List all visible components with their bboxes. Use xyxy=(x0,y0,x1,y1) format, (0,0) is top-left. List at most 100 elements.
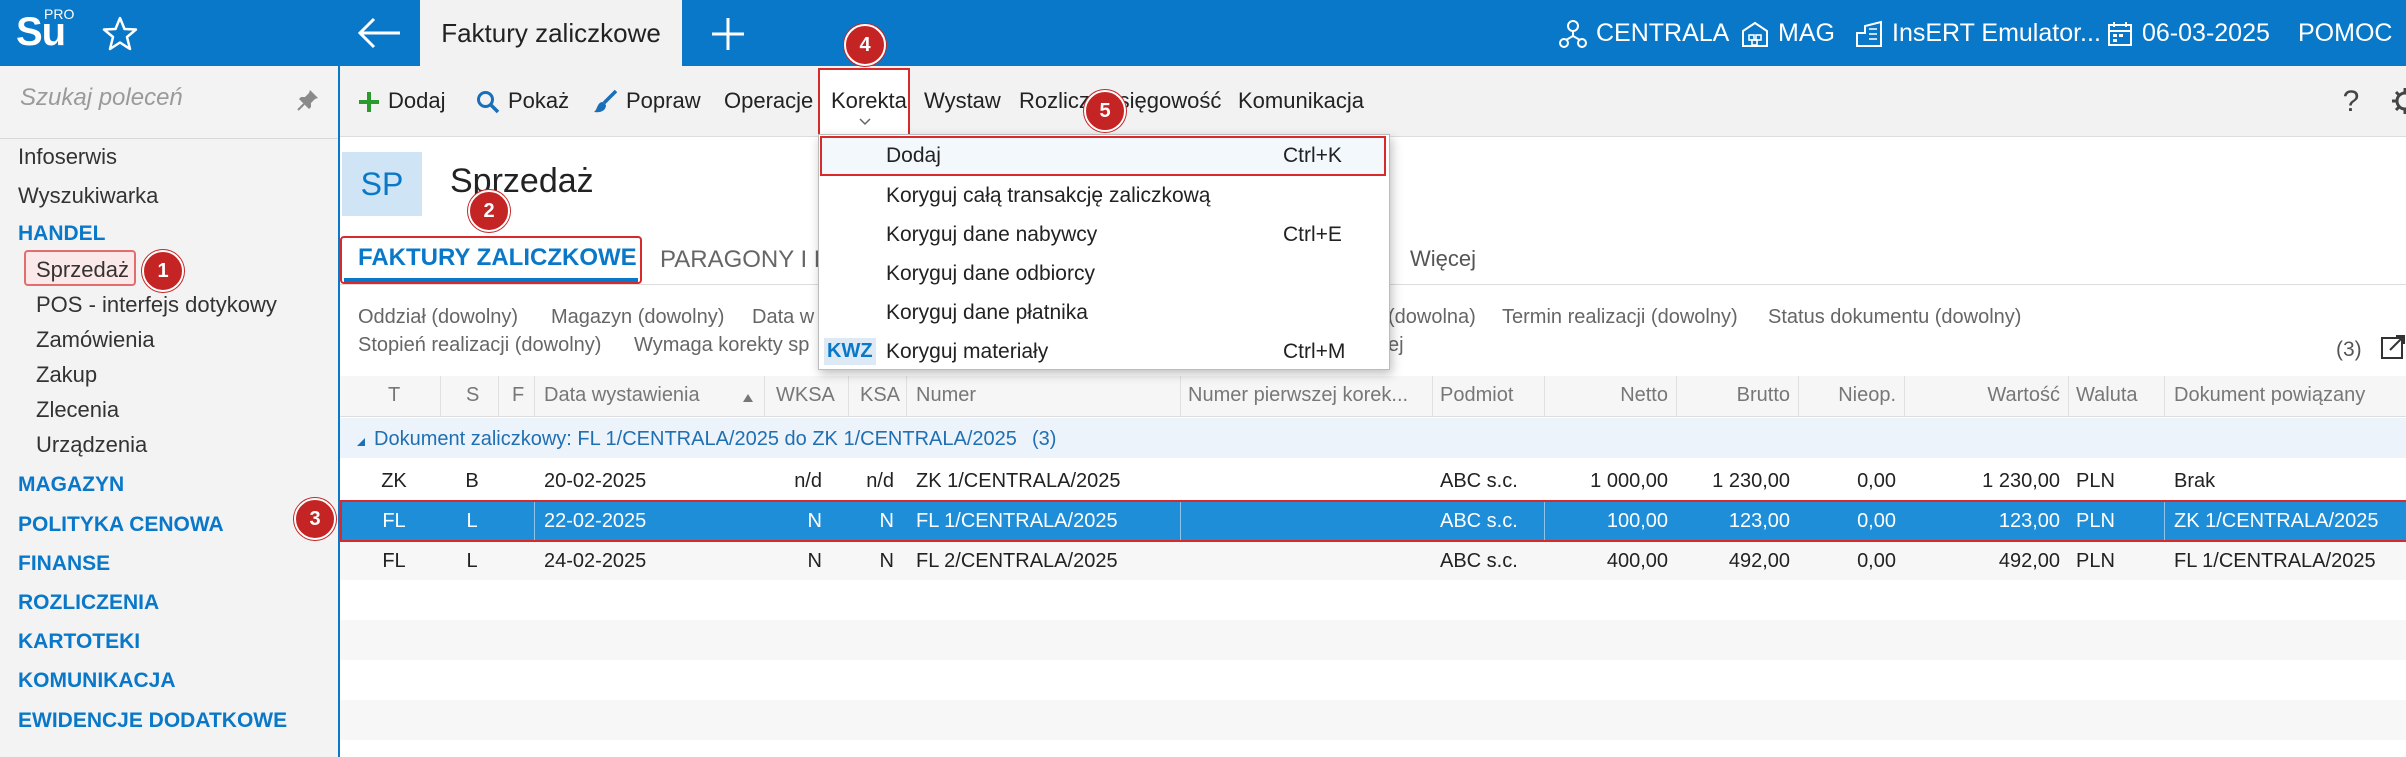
col-header-numer[interactable]: Numer xyxy=(916,384,976,407)
dodaj-button[interactable]: Dodaj xyxy=(358,66,445,136)
komunikacja-menu[interactable]: Komunikacja xyxy=(1238,66,1364,136)
menu-item-dodaj[interactable]: Dodaj xyxy=(886,144,941,168)
col-header-dokument[interactable]: Dokument powiązany xyxy=(2174,384,2365,407)
col-header-brutto[interactable]: Brutto xyxy=(1680,384,1790,407)
back-arrow-icon[interactable] xyxy=(356,16,402,50)
cell-podmiot: ABC s.c. xyxy=(1440,470,1518,492)
column-divider xyxy=(848,376,849,416)
cell-waluta: PLN xyxy=(2076,550,2115,572)
menu-item-koryguj-transakcje[interactable]: Koryguj całą transakcję zaliczkową xyxy=(886,184,1210,208)
cell-brutto: 123,00 xyxy=(1728,510,1790,532)
sidebar-item-urzadzenia[interactable]: Urządzenia xyxy=(36,432,147,458)
help-menu[interactable]: POMOC xyxy=(2298,0,2392,66)
popraw-button[interactable]: Popraw xyxy=(592,66,701,136)
sidebar-category-komunikacja[interactable]: KOMUNIKACJA xyxy=(18,669,176,693)
group-label: Dokument zaliczkowy: FL 1/CENTRALA/2025 … xyxy=(374,428,1017,450)
company-icon xyxy=(1856,21,1882,48)
col-header-wartosc[interactable]: Wartość xyxy=(1908,384,2060,407)
column-divider xyxy=(1180,376,1181,416)
collapse-triangle-icon[interactable] xyxy=(356,434,366,446)
app-logo[interactable]: Su PRO xyxy=(0,0,80,66)
col-header-nieop[interactable]: Nieop. xyxy=(1800,384,1896,407)
column-divider xyxy=(1798,376,1799,416)
sidebar-item-sprzedaz[interactable]: Sprzedaż xyxy=(36,257,129,283)
sidebar-item-pos[interactable]: POS - interfejs dotykowy xyxy=(36,292,277,318)
menu-shortcut: Ctrl+K xyxy=(1283,144,1342,167)
col-header-ksa[interactable]: KSA xyxy=(860,384,900,407)
filter-data[interactable]: Data w xyxy=(752,306,814,329)
sidebar-category-ewidencje-dodatkowe[interactable]: EWIDENCJE DODATKOWE xyxy=(18,709,287,733)
pin-icon[interactable] xyxy=(296,88,320,112)
command-search-input[interactable]: Szukaj poleceń xyxy=(20,84,183,112)
filter-hidden-tail[interactable]: ej xyxy=(1388,334,1404,357)
column-divider xyxy=(1676,376,1677,416)
warehouse-label: MAG xyxy=(1778,19,1835,47)
sidebar-item-infoserwis[interactable]: Infoserwis xyxy=(18,144,117,170)
tab-wiecej[interactable]: Więcej xyxy=(1410,246,1476,272)
expand-icon[interactable] xyxy=(2380,334,2406,360)
tab-faktury-zaliczkowe-list[interactable]: FAKTURY ZALICZKOWE xyxy=(358,244,637,272)
column-divider xyxy=(2164,376,2165,416)
company-selector[interactable]: InsERT Emulator... xyxy=(1854,0,2101,66)
column-divider xyxy=(1904,376,1905,416)
filter-stopien[interactable]: Stopień realizacji (dowolny) xyxy=(358,334,601,357)
col-header-wksa[interactable]: WKSA xyxy=(776,384,835,407)
company-label: InsERT Emulator... xyxy=(1892,19,2101,47)
step-badge: 5 xyxy=(1084,90,1126,132)
col-header-netto[interactable]: Netto xyxy=(1546,384,1668,407)
col-header-waluta[interactable]: Waluta xyxy=(2076,384,2138,407)
cell-t: ZK xyxy=(381,470,407,492)
col-header-data[interactable]: Data wystawienia xyxy=(544,384,700,407)
magnifier-icon xyxy=(477,91,500,114)
filter-termin[interactable]: Termin realizacji (dowolny) xyxy=(1502,306,1738,329)
menu-item-koryguj-materialy[interactable]: Koryguj materiały xyxy=(886,340,1048,364)
sidebar-item-zakup[interactable]: Zakup xyxy=(36,362,97,388)
tab-paragony[interactable]: PARAGONY I F xyxy=(660,246,828,274)
col-header-numer-pierwszej[interactable]: Numer pierwszej korek... xyxy=(1188,384,1408,407)
pokaz-button[interactable]: Pokaż xyxy=(476,66,569,136)
empty-row xyxy=(340,580,2406,620)
filter-magazyn[interactable]: Magazyn (dowolny) xyxy=(551,306,724,329)
sidebar-category-finanse[interactable]: FINANSE xyxy=(18,552,110,576)
tab-faktury-zaliczkowe[interactable]: Faktury zaliczkowe xyxy=(420,0,682,66)
question-icon[interactable]: ? xyxy=(2336,84,2366,118)
cell-nieop: 0,00 xyxy=(1857,510,1896,532)
filter-status[interactable]: Status dokumentu (dowolny) xyxy=(1768,306,2021,329)
cell-data: 20-02-2025 xyxy=(544,470,647,492)
col-header-t[interactable]: T xyxy=(388,384,400,407)
sidebar-category-kartoteki[interactable]: KARTOTEKI xyxy=(18,630,140,654)
date-selector[interactable]: 06-03-2025 xyxy=(2106,0,2270,66)
filter-oddzial[interactable]: Oddział (dowolny) xyxy=(358,306,518,329)
operacje-menu[interactable]: Operacje xyxy=(724,66,813,136)
sidebar-category-rozliczenia[interactable]: ROZLICZENIA xyxy=(18,591,159,615)
rozlicz-menu[interactable]: Rozlicz xyxy=(1019,66,1090,136)
kwz-icon: KWZ xyxy=(824,338,876,365)
menu-item-koryguj-odbiorcy[interactable]: Koryguj dane odbiorcy xyxy=(886,262,1095,286)
menu-item-koryguj-platnika[interactable]: Koryguj dane płatnika xyxy=(886,301,1088,325)
wystaw-menu[interactable]: Wystaw xyxy=(924,66,1001,136)
cell-s: L xyxy=(466,510,478,532)
sidebar-item-zlecenia[interactable]: Zlecenia xyxy=(36,397,119,423)
gear-icon[interactable] xyxy=(2390,86,2406,116)
cell-numer: FL 2/CENTRALA/2025 xyxy=(916,550,1118,572)
col-header-podmiot[interactable]: Podmiot xyxy=(1440,384,1513,407)
menu-item-koryguj-nabywcy[interactable]: Koryguj dane nabywcy xyxy=(886,223,1097,247)
sidebar-item-zamowienia[interactable]: Zamówienia xyxy=(36,327,155,353)
filter-data-dowolna[interactable]: (dowolna) xyxy=(1388,306,1476,329)
col-header-f[interactable]: F xyxy=(512,384,524,407)
filter-wymaga[interactable]: Wymaga korekty sp xyxy=(634,334,809,357)
sidebar-category-handel[interactable]: HANDEL xyxy=(18,222,106,246)
sidebar-category-magazyn[interactable]: MAGAZYN xyxy=(18,473,124,497)
menu-shortcut: Ctrl+M xyxy=(1283,340,1346,363)
new-tab-plus-icon[interactable] xyxy=(708,14,748,54)
star-icon[interactable] xyxy=(100,14,140,54)
sidebar-category-polityka-cenowa[interactable]: POLITYKA CENOWA xyxy=(18,513,224,537)
cell-waluta: PLN xyxy=(2076,510,2115,532)
warehouse-selector[interactable]: MAG xyxy=(1740,0,1835,66)
branch-icon xyxy=(1559,20,1587,49)
empty-row xyxy=(340,660,2406,700)
warehouse-icon xyxy=(1742,22,1768,48)
col-header-s[interactable]: S xyxy=(466,384,479,407)
branch-selector[interactable]: CENTRALA xyxy=(1558,0,1729,66)
sidebar-item-wyszukiwarka[interactable]: Wyszukiwarka xyxy=(18,183,158,209)
